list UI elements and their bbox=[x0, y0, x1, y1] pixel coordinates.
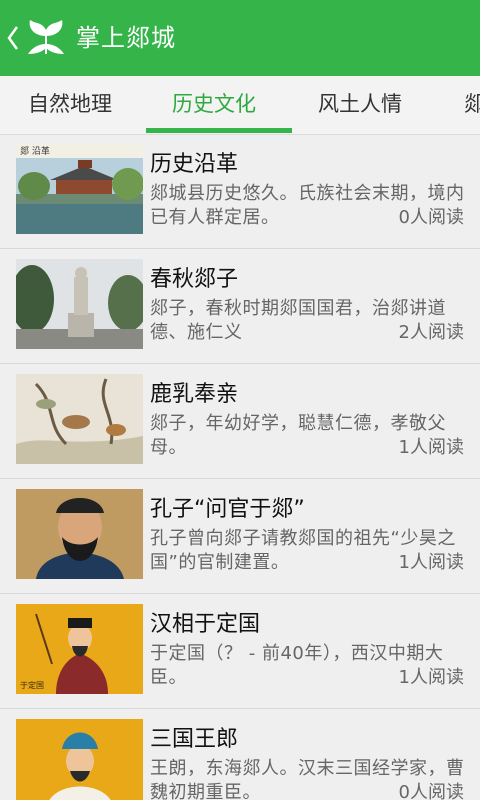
list-item[interactable]: 鹿乳奉亲 郯子，年幼好学，聪慧仁德，孝敬父母。 1人阅读 bbox=[0, 364, 480, 479]
article-title: 汉相于定国 bbox=[150, 612, 261, 637]
page-title: 掌上郯城 bbox=[76, 24, 176, 52]
thumbnail-caption: 郯 沿革 bbox=[20, 147, 50, 157]
app-header: 掌上郯城 bbox=[0, 0, 480, 76]
pavilion-lake-image bbox=[16, 144, 143, 234]
tab-natural-geography[interactable]: 自然地理 bbox=[28, 76, 112, 134]
article-thumbnail: 于定国 bbox=[16, 604, 143, 694]
read-count: 2人阅读 bbox=[392, 321, 464, 345]
ginkgo-leaf-logo-icon bbox=[28, 20, 64, 54]
read-count: 0人阅读 bbox=[392, 206, 464, 230]
read-count: 1人阅读 bbox=[392, 666, 464, 690]
read-count: 1人阅读 bbox=[392, 551, 464, 575]
tab-local-customs[interactable]: 风土人情 bbox=[318, 76, 402, 134]
article-thumbnail bbox=[16, 259, 143, 349]
article-thumbnail bbox=[16, 374, 143, 464]
list-item[interactable]: 于定国 汉相于定国 于定国（？ - 前40年），西汉中期大臣。 1人阅读 bbox=[0, 594, 480, 709]
article-thumbnail bbox=[16, 489, 143, 579]
tab-history-culture[interactable]: 历史文化 bbox=[172, 76, 256, 134]
article-title: 孔子“问官于郯” bbox=[150, 497, 305, 522]
statue-image bbox=[16, 259, 143, 349]
tab-more[interactable]: 郯 bbox=[464, 76, 480, 134]
article-list[interactable]: 郯 沿革 历史沿革 郯城县历史悠久。氏族社会末期，境内已有人群定居。 0人阅读 … bbox=[0, 134, 480, 800]
article-title: 历史沿革 bbox=[150, 152, 239, 177]
read-count: 0人阅读 bbox=[392, 781, 464, 800]
list-item[interactable]: 春秋郯子 郯子，春秋时期郯国国君，治郯讲道德、施仁义 2人阅读 bbox=[0, 249, 480, 364]
confucius-portrait-image bbox=[16, 489, 143, 579]
thumbnail-caption: 于定国 bbox=[20, 681, 44, 690]
list-item[interactable]: 三国王郎 王朗，东海郯人。汉末三国经学家，曹魏初期重臣。 0人阅读 bbox=[0, 709, 480, 800]
article-thumbnail: 郯 沿革 bbox=[16, 144, 143, 234]
category-tabs: 自然地理 历史文化 风土人情 郯 bbox=[0, 76, 480, 135]
read-count: 1人阅读 bbox=[392, 436, 464, 460]
chevron-left-icon bbox=[7, 26, 19, 50]
list-item[interactable]: 孔子“问官于郯” 孔子曾向郯子请教郯国的祖先“少昊之国”的官制建置。 1人阅读 bbox=[0, 479, 480, 594]
article-title: 三国王郎 bbox=[150, 727, 239, 752]
article-thumbnail bbox=[16, 719, 143, 800]
active-tab-indicator bbox=[146, 128, 292, 133]
back-button[interactable] bbox=[0, 14, 74, 64]
wang-lang-portrait-image bbox=[16, 719, 143, 800]
article-title: 鹿乳奉亲 bbox=[150, 382, 239, 407]
article-title: 春秋郯子 bbox=[150, 267, 239, 292]
deer-painting-image bbox=[16, 374, 143, 464]
list-item[interactable]: 郯 沿革 历史沿革 郯城县历史悠久。氏族社会末期，境内已有人群定居。 0人阅读 bbox=[0, 134, 480, 249]
